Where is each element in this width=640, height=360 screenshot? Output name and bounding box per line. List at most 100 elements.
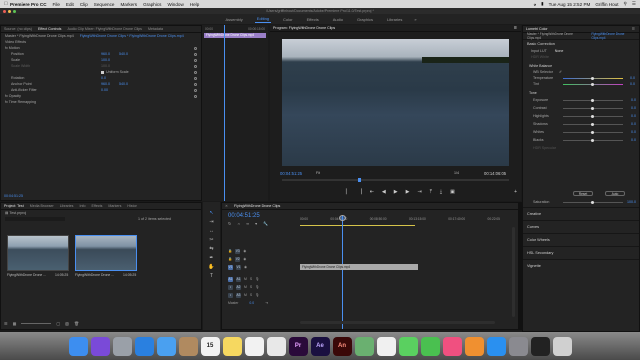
temperature-slider[interactable] [563,77,623,80]
program-scrubber[interactable] [282,178,509,182]
tint-slider[interactable] [563,83,623,86]
wifi-icon[interactable]: ◕ [533,2,536,7]
ec-time-remap-row[interactable]: fx Time Remapping [1,99,201,105]
project-thumb-1[interactable] [7,235,69,271]
app-menu[interactable]: Premiere Pro CC [10,2,47,7]
program-video-frame[interactable] [282,39,509,166]
timeline-close-icon[interactable]: ✕ [225,204,228,208]
tone-knob-5[interactable] [591,139,594,142]
position-reset-icon[interactable] [194,52,197,56]
temperature-knob[interactable] [591,77,594,80]
tone-value-2[interactable]: 0.0 [631,114,636,118]
tab-libraries[interactable]: Libraries [60,204,74,208]
saturation-knob[interactable] [591,201,594,204]
mail-icon[interactable] [156,336,176,356]
user-name[interactable]: Griffin Hout [595,2,618,7]
new-item-icon[interactable]: ▧ [65,321,69,326]
mute-a3[interactable]: M [244,293,247,297]
ripple-edit-tool-icon[interactable]: ↔ [209,228,214,234]
mic-icon[interactable]: 🎙 [255,293,259,297]
menu-markers[interactable]: Markers [120,2,137,7]
linked-selection-icon[interactable]: ∞ [246,221,249,226]
maps-icon[interactable] [354,336,374,356]
mark-in-icon[interactable]: ▏ [346,189,350,195]
program-title[interactable]: Program: FlyingWithDrone Drone Clips [273,26,335,30]
add-marker-icon[interactable]: ▾ [255,221,257,226]
nest-icon[interactable]: ↻ [228,221,231,226]
uniform-reset-icon[interactable] [194,70,197,74]
opacity-reset-icon[interactable] [194,94,197,98]
tab-audio-clip-mixer[interactable]: Audio Clip Mixer: FlyingWithDrone Drone … [67,27,142,31]
input-lut-dropdown[interactable]: None [555,49,564,53]
trash-icon[interactable] [552,336,572,356]
step-back-icon[interactable]: ◀ [382,189,386,195]
tone-knob-4[interactable] [591,131,594,134]
mark-out-icon[interactable]: ▕ [358,189,362,195]
system-preferences-icon[interactable] [508,336,528,356]
scale-width-reset-icon[interactable] [194,64,197,68]
ec-anchor-x[interactable]: 960.0 [101,82,110,86]
slip-tool-icon[interactable]: ⇆ [209,246,213,252]
app-store-icon[interactable] [486,336,506,356]
program-resolution-dropdown[interactable]: 1/4 [454,171,459,175]
tone-knob-3[interactable] [591,123,594,126]
go-to-out-icon[interactable]: ⇥ [418,189,422,195]
terminal-icon[interactable] [530,336,550,356]
anchor-reset-icon[interactable] [194,82,197,86]
tab-effect-controls[interactable]: Effect Controls [38,27,62,31]
battery-icon[interactable]: ▮ [541,1,544,7]
workspace-libraries[interactable]: Libraries [385,16,404,23]
photos-icon[interactable] [376,336,396,356]
icon-view-icon[interactable]: ▦ [13,321,17,326]
tone-slider-5[interactable] [563,139,623,142]
tone-slider-1[interactable] [563,107,623,110]
eye-icon[interactable]: ◉ [243,249,246,253]
menu-sequence[interactable]: Sequence [94,2,115,7]
calendar-icon[interactable]: 15 [200,336,220,356]
program-playhead[interactable] [358,178,361,182]
menu-graphics[interactable]: Graphics [143,2,161,7]
menu-list-icon[interactable]: ☰ [632,1,636,7]
project-search-input[interactable] [5,217,65,221]
ec-position-x[interactable]: 960.0 [101,52,110,56]
trash-project-icon[interactable]: 🗑 [74,321,79,326]
tab-history[interactable]: Histor [127,204,136,208]
playhead-handle[interactable] [339,215,346,221]
program-menu-icon[interactable]: ☰ [514,26,517,30]
track-a3-label[interactable]: A3 [236,292,241,298]
tab-effects[interactable]: Effects [91,204,102,208]
lumetri-master[interactable]: Master * FlyingWithDrone Drone Clips.mp4 [527,32,587,40]
timeline-clip-v1[interactable]: FlyingWithDrone Drone Clips.mp4 [300,264,418,270]
export-frame-icon[interactable]: ▣ [450,189,455,195]
safari-icon[interactable] [134,336,154,356]
facetime-icon[interactable] [420,336,440,356]
tone-value-5[interactable]: 0.0 [631,138,636,142]
tone-value-0[interactable]: 0.0 [631,98,636,102]
workspace-color[interactable]: Color [281,16,295,23]
workspace-audio[interactable]: Audio [331,16,345,23]
ec-anchor-y[interactable]: 540.0 [119,82,128,86]
project-item-1-name[interactable]: FlyingWithDrone Drone ... [7,273,46,277]
step-forward-icon[interactable]: ▶ [406,189,410,195]
motion-reset-icon[interactable] [194,46,197,50]
tone-knob-2[interactable] [591,115,594,118]
curves-section[interactable]: Curves [523,220,639,233]
ec-antiflicker-value[interactable]: 0.00 [101,88,108,92]
siri-icon[interactable] [90,336,110,356]
timeline-playhead[interactable] [339,215,346,329]
project-item-2-name[interactable]: FlyingWithDrone Drone ... [75,273,114,277]
work-area-bar[interactable] [300,225,415,226]
lock-icon[interactable]: 🔒 [228,257,232,261]
tone-slider-2[interactable] [563,115,623,118]
tint-value[interactable]: 0.0 [630,82,635,86]
lumetri-sequence-clip[interactable]: FlyingWithDrone Drone Clips.mp4 [591,32,639,40]
new-bin-icon[interactable]: ▢ [56,321,60,326]
snap-icon[interactable]: ∩ [237,221,240,226]
program-timecode[interactable]: 00:04:51:25 [280,171,302,176]
ec-timecode[interactable]: 00:04:51:25 [4,194,23,198]
chrome-icon[interactable] [266,336,286,356]
program-fit-dropdown[interactable]: Fit [316,171,320,175]
close-window-button[interactable] [3,9,6,13]
eye-icon[interactable]: ◉ [244,265,247,269]
source-patch-a1[interactable]: A1 [228,276,233,282]
